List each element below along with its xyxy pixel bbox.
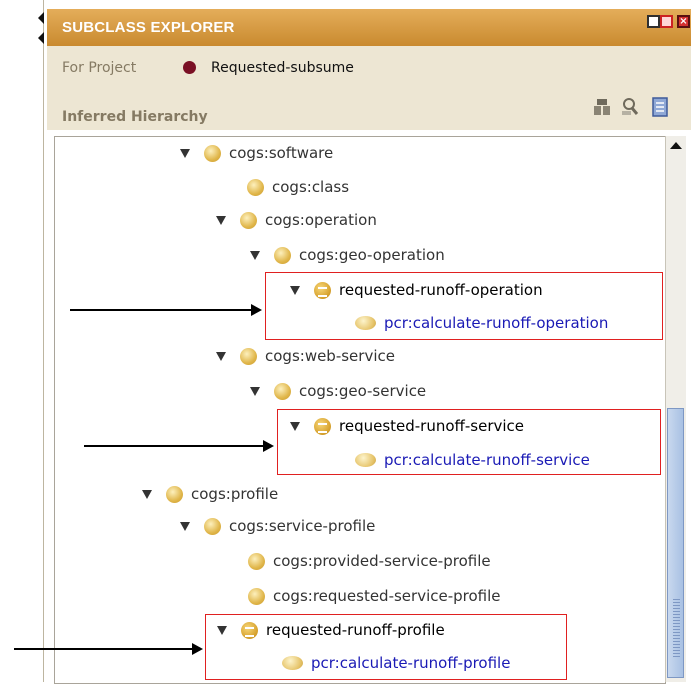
tree-node[interactable]: cogs:web-service <box>216 341 395 371</box>
expand-triangle-icon[interactable] <box>216 215 226 225</box>
find-icon[interactable] <box>621 97 639 117</box>
tree-node[interactable]: cogs:service-profile <box>180 511 375 541</box>
expand-triangle-icon[interactable] <box>216 351 226 361</box>
tree-node[interactable]: cogs:geo-service <box>250 376 426 406</box>
vertical-scrollbar[interactable] <box>665 136 686 682</box>
node-label: cogs:geo-operation <box>299 246 445 264</box>
expand-triangle-icon[interactable] <box>142 489 152 499</box>
class-icon <box>248 587 265 605</box>
collapse-arrow-icon[interactable] <box>38 12 44 24</box>
class-icon <box>248 552 265 570</box>
class-icon <box>274 382 291 400</box>
panel-title: SUBCLASS EXPLORER <box>62 19 235 36</box>
class-icon <box>240 347 257 365</box>
close-icon[interactable]: × <box>677 15 690 28</box>
tree-node[interactable]: cogs:software <box>180 138 333 168</box>
document-icon[interactable] <box>651 97 669 117</box>
expand-triangle-icon[interactable] <box>180 148 190 158</box>
class-icon <box>204 517 221 535</box>
annotation-arrow-service <box>84 440 274 452</box>
node-label: cogs:software <box>229 144 334 162</box>
node-label: cogs:web-service <box>265 347 395 365</box>
hierarchy-tool-icon[interactable] <box>593 97 611 117</box>
highlight-box-service <box>277 409 661 475</box>
class-icon <box>240 211 257 229</box>
maximize-icon[interactable] <box>660 15 673 28</box>
annotation-arrow-operation <box>70 304 262 316</box>
tree-node[interactable]: cogs:geo-operation <box>250 240 445 270</box>
tree-node[interactable]: cogs:operation <box>216 205 377 235</box>
class-icon <box>247 178 264 196</box>
node-label: cogs:provided-service-profile <box>273 552 491 570</box>
expand-triangle-icon[interactable] <box>250 386 260 396</box>
node-label: cogs:class <box>272 178 350 196</box>
tree-node[interactable]: cogs:provided-service-profile <box>248 546 491 576</box>
scroll-up-icon[interactable] <box>670 142 682 149</box>
expand-triangle-icon[interactable] <box>180 521 190 531</box>
class-icon <box>166 485 183 503</box>
restore-icon[interactable] <box>647 15 660 28</box>
collapse-arrow-icon-2[interactable] <box>38 32 44 44</box>
project-icon <box>183 61 196 74</box>
highlight-box-profile <box>205 614 567 680</box>
node-label: cogs:requested-service-profile <box>273 587 501 605</box>
hierarchy-label: Inferred Hierarchy <box>62 109 208 125</box>
expand-triangle-icon[interactable] <box>250 250 260 260</box>
tree-node[interactable]: cogs:class <box>247 172 349 202</box>
project-row <box>47 46 691 92</box>
annotation-arrow-profile <box>14 643 203 655</box>
project-label: For Project <box>62 60 137 76</box>
node-label: cogs:geo-service <box>299 382 427 400</box>
tree-node[interactable]: cogs:requested-service-profile <box>248 581 501 611</box>
arrowhead-icon <box>192 643 203 655</box>
scroll-grip <box>673 599 680 659</box>
node-label: cogs:operation <box>265 211 377 229</box>
arrowhead-icon <box>251 304 262 316</box>
tree-node[interactable]: cogs:profile <box>142 479 278 509</box>
class-icon <box>274 246 291 264</box>
project-name: Requested-subsume <box>211 60 354 76</box>
node-label: cogs:profile <box>191 485 279 503</box>
node-label: cogs:service-profile <box>229 517 376 535</box>
scroll-thumb[interactable] <box>667 408 684 678</box>
highlight-box-operation <box>265 272 663 340</box>
class-icon <box>204 144 221 162</box>
arrowhead-icon <box>263 440 274 452</box>
